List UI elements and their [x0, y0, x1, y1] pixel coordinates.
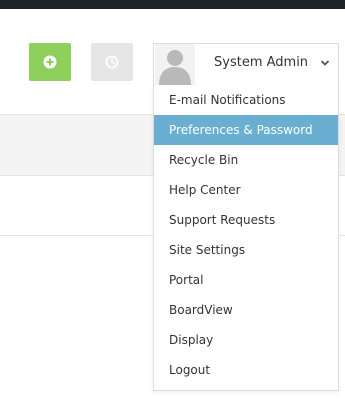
top-bar: [0, 0, 345, 9]
menu-item-site-settings[interactable]: Site Settings: [154, 235, 338, 265]
clock-icon: [105, 55, 119, 69]
menu-item-recycle-bin[interactable]: Recycle Bin: [154, 145, 338, 175]
menu-item-preferences-password[interactable]: Preferences & Password: [154, 115, 338, 145]
user-dropdown-menu: E-mail Notifications Preferences & Passw…: [153, 85, 339, 391]
menu-item-help-center[interactable]: Help Center: [154, 175, 338, 205]
secondary-button[interactable]: [91, 43, 133, 81]
user-menu-trigger[interactable]: System Admin: [153, 43, 339, 85]
user-name: System Admin: [214, 55, 309, 70]
chevron-down-icon: [320, 60, 330, 66]
menu-item-logout[interactable]: Logout: [154, 355, 338, 385]
menu-item-boardview[interactable]: BoardView: [154, 295, 338, 325]
add-button[interactable]: [29, 43, 71, 81]
menu-item-display[interactable]: Display: [154, 325, 338, 355]
menu-item-email-notifications[interactable]: E-mail Notifications: [154, 85, 338, 115]
user-avatar-icon: [155, 44, 195, 85]
menu-item-portal[interactable]: Portal: [154, 265, 338, 295]
menu-item-support-requests[interactable]: Support Requests: [154, 205, 338, 235]
plus-circle-icon: [43, 55, 57, 69]
